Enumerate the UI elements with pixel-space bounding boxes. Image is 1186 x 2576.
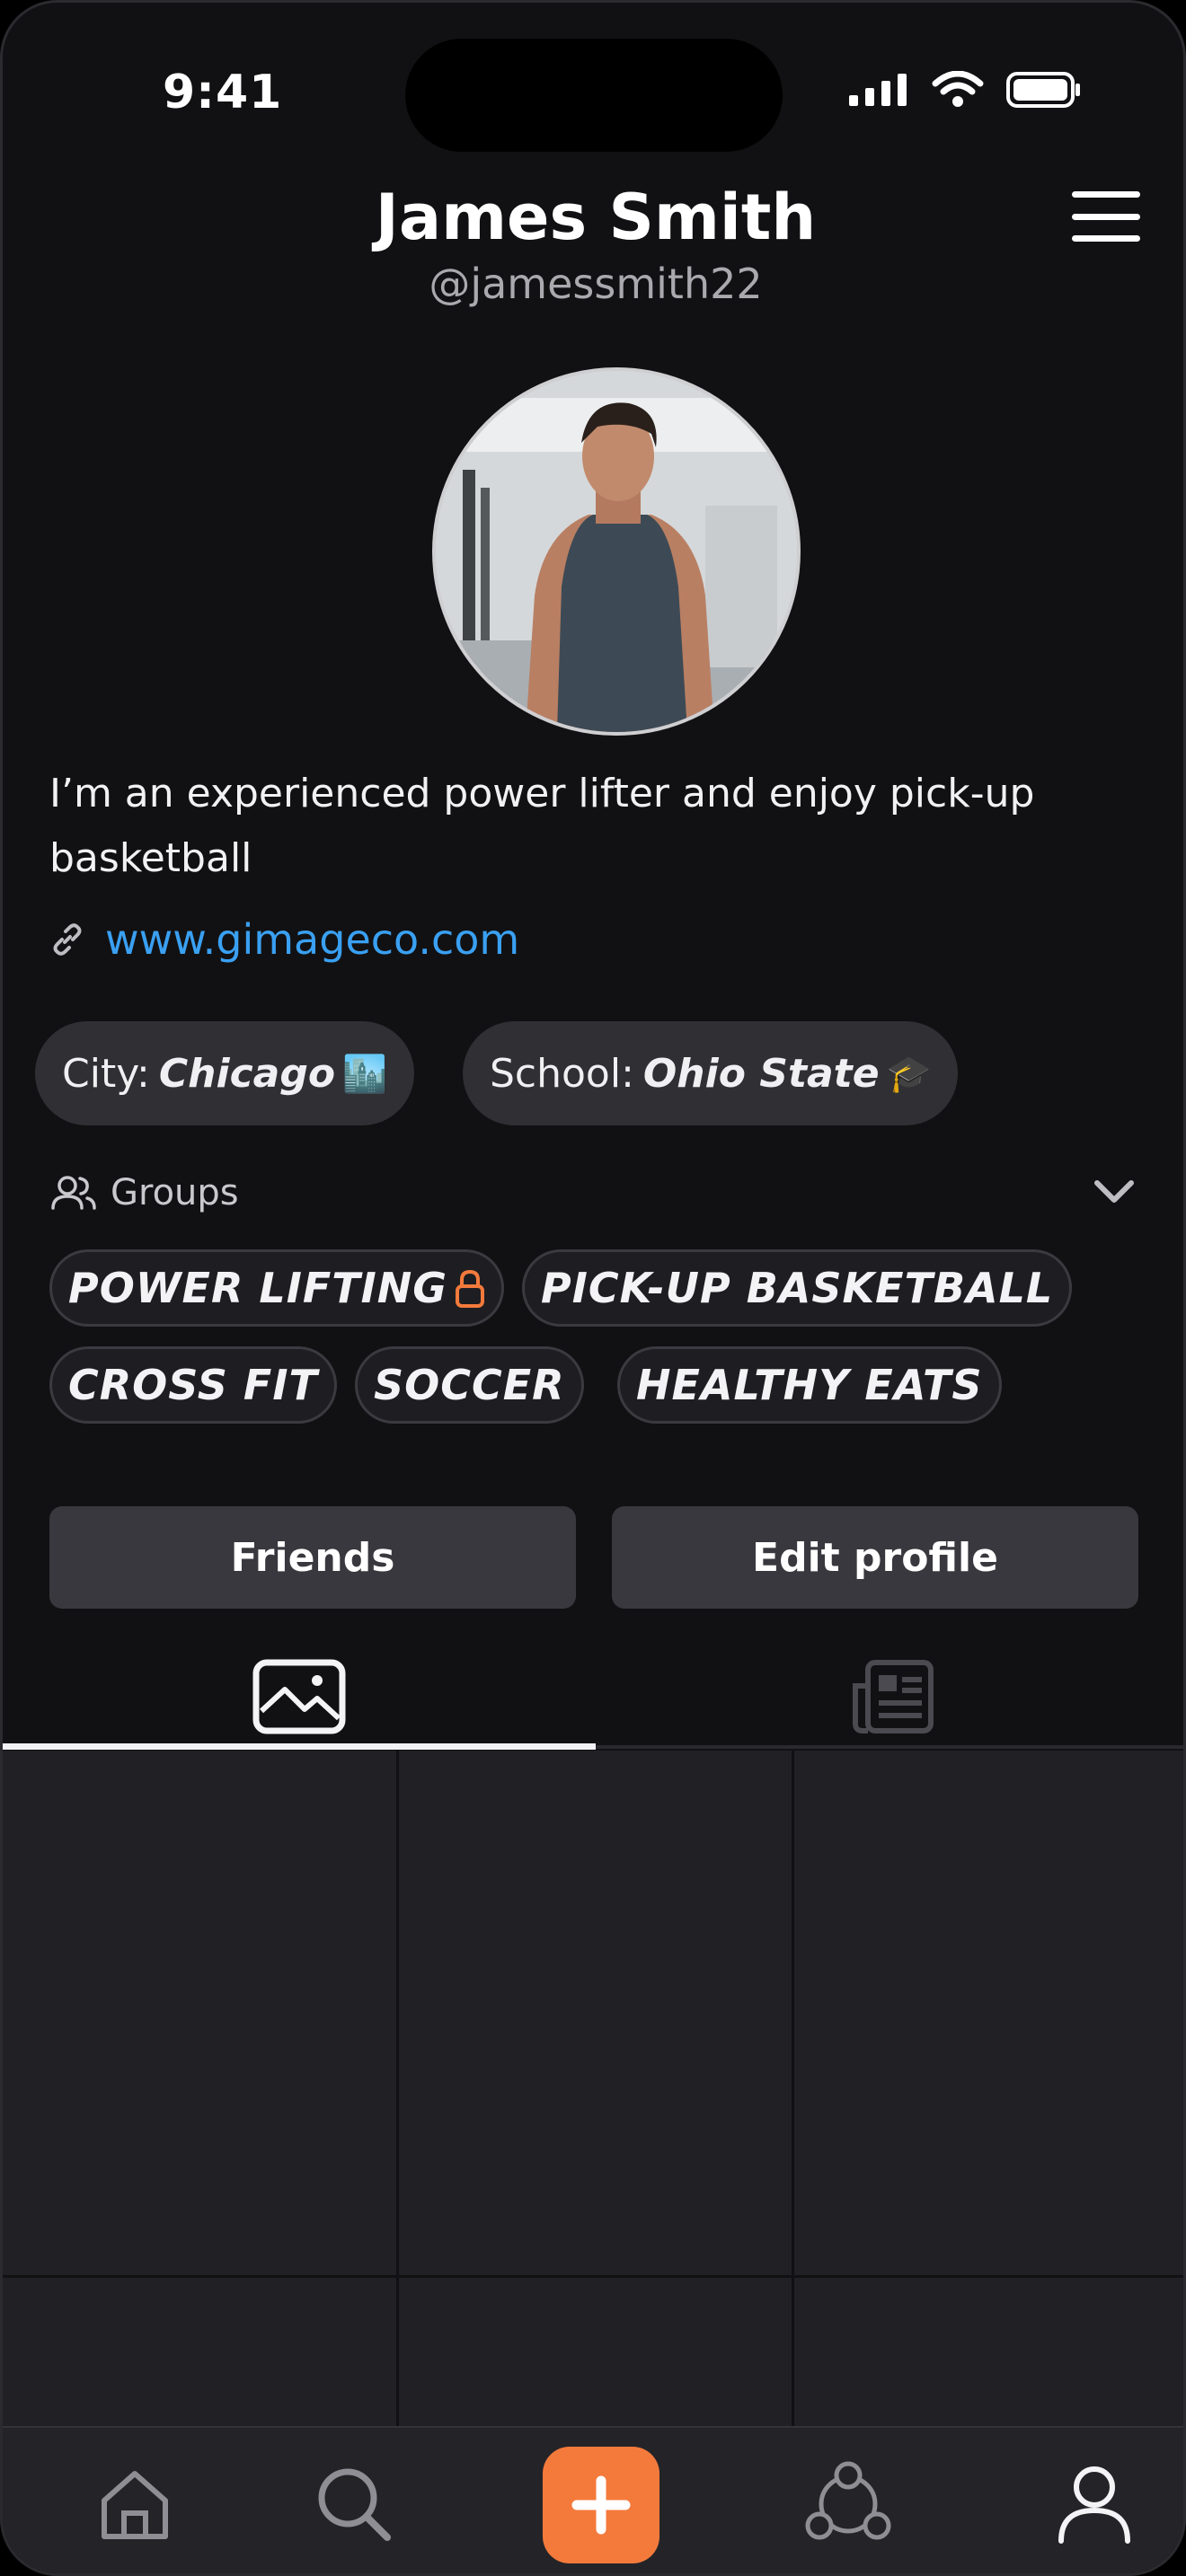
profile-name: James Smith [375, 181, 817, 254]
newspaper-icon [853, 1660, 934, 1734]
battery-icon [1006, 72, 1080, 108]
profile-handle: @jamessmith22 [429, 260, 763, 308]
edit-profile-button[interactable]: Edit profile [612, 1506, 1138, 1609]
wifi-icon [932, 71, 984, 107]
city-value: Chicago [158, 1050, 336, 1097]
grid-divider [396, 1751, 399, 2426]
cityscape-icon: 🏙️ [342, 1053, 387, 1095]
status-time: 9:41 [163, 66, 283, 119]
website-row: www.gimageco.com [49, 915, 519, 964]
tab-active-indicator [3, 1743, 596, 1750]
search-icon [318, 2468, 391, 2541]
group-tag-pick-up-basketball[interactable]: PICK-UP BASKETBALL [522, 1249, 1073, 1327]
lock-icon [456, 1269, 485, 1308]
home-icon [102, 2471, 168, 2539]
nav-groups[interactable] [799, 2455, 898, 2554]
graduation-cap-icon: 🎓 [886, 1053, 932, 1095]
grid-divider [792, 1751, 794, 2426]
nav-home[interactable] [85, 2455, 184, 2554]
profile-icon [1058, 2466, 1130, 2544]
link-icon [53, 923, 82, 956]
create-post-button[interactable] [543, 2447, 659, 2563]
photo-grid [3, 1751, 1183, 2426]
group-tag-soccer[interactable]: SOCCER [355, 1346, 584, 1424]
groups-header: Groups [49, 1172, 239, 1213]
dynamic-island [405, 39, 783, 152]
group-tag-power-lifting[interactable]: POWER LIFTING [49, 1249, 505, 1327]
tab-photos[interactable] [3, 1645, 596, 1749]
city-label: City: [62, 1050, 150, 1097]
school-label: School: [490, 1050, 634, 1097]
phone-screen: 9:41 James Smith @jamessmith22 I’m an ex… [0, 0, 1186, 2576]
community-icon [805, 2461, 891, 2540]
groups-label: Groups [111, 1172, 239, 1213]
city-chip[interactable]: City: Chicago 🏙️ [35, 1021, 414, 1125]
nav-search[interactable] [305, 2455, 403, 2554]
friends-button[interactable]: Friends [49, 1506, 576, 1609]
users-icon [51, 1176, 96, 1210]
photos-icon [252, 1659, 346, 1734]
menu-icon[interactable] [1072, 191, 1140, 242]
avatar[interactable] [432, 367, 801, 736]
school-value: Ohio State [642, 1050, 880, 1097]
status-icons [847, 71, 1083, 109]
grid-divider [3, 2275, 1183, 2278]
school-chip[interactable]: School: Ohio State 🎓 [463, 1021, 959, 1125]
chevron-down-icon[interactable] [1092, 1174, 1137, 1210]
plus-icon [571, 2475, 631, 2535]
tab-posts[interactable] [596, 1645, 1183, 1749]
group-tag-healthy-eats[interactable]: HEALTHY EATS [617, 1346, 1002, 1424]
profile-bio: I’m an experienced power lifter and enjo… [49, 771, 1035, 881]
website-link[interactable]: www.gimageco.com [105, 915, 519, 964]
group-tag-cross-fit[interactable]: CROSS FIT [49, 1346, 337, 1424]
nav-profile[interactable] [1045, 2455, 1144, 2554]
cellular-signal-icon [849, 74, 907, 106]
